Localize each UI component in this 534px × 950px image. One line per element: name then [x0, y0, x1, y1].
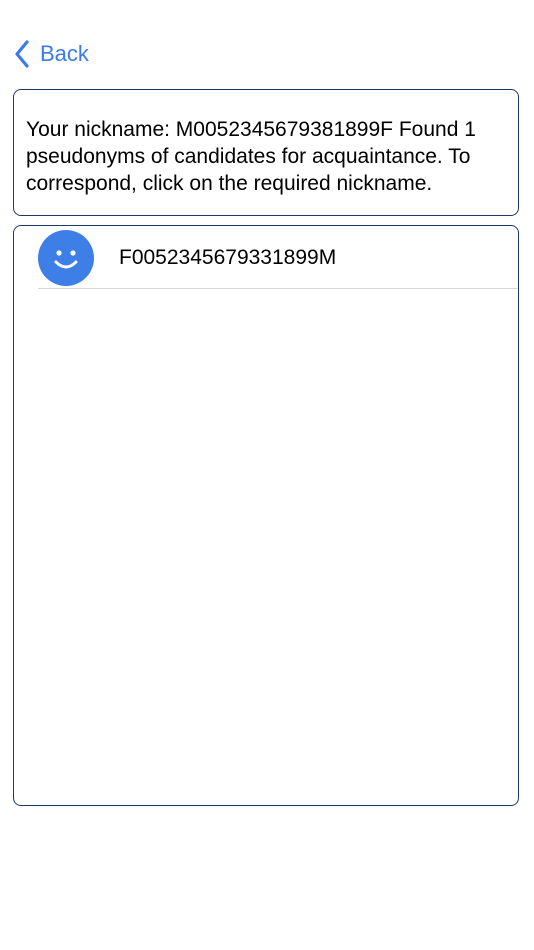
row-separator	[38, 288, 518, 289]
info-panel: Your nickname: M0052345679381899F Found …	[13, 89, 519, 216]
back-button[interactable]: Back	[14, 38, 89, 70]
candidate-nickname: F0052345679331899M	[119, 246, 337, 269]
info-text: Your nickname: M0052345679381899F Found …	[26, 118, 476, 195]
chevron-left-icon	[14, 40, 30, 68]
list-item[interactable]: F0052345679331899M	[14, 226, 518, 289]
smiley-face-icon	[38, 230, 94, 286]
candidates-list: F0052345679331899M	[13, 225, 519, 806]
back-label: Back	[40, 41, 89, 66]
